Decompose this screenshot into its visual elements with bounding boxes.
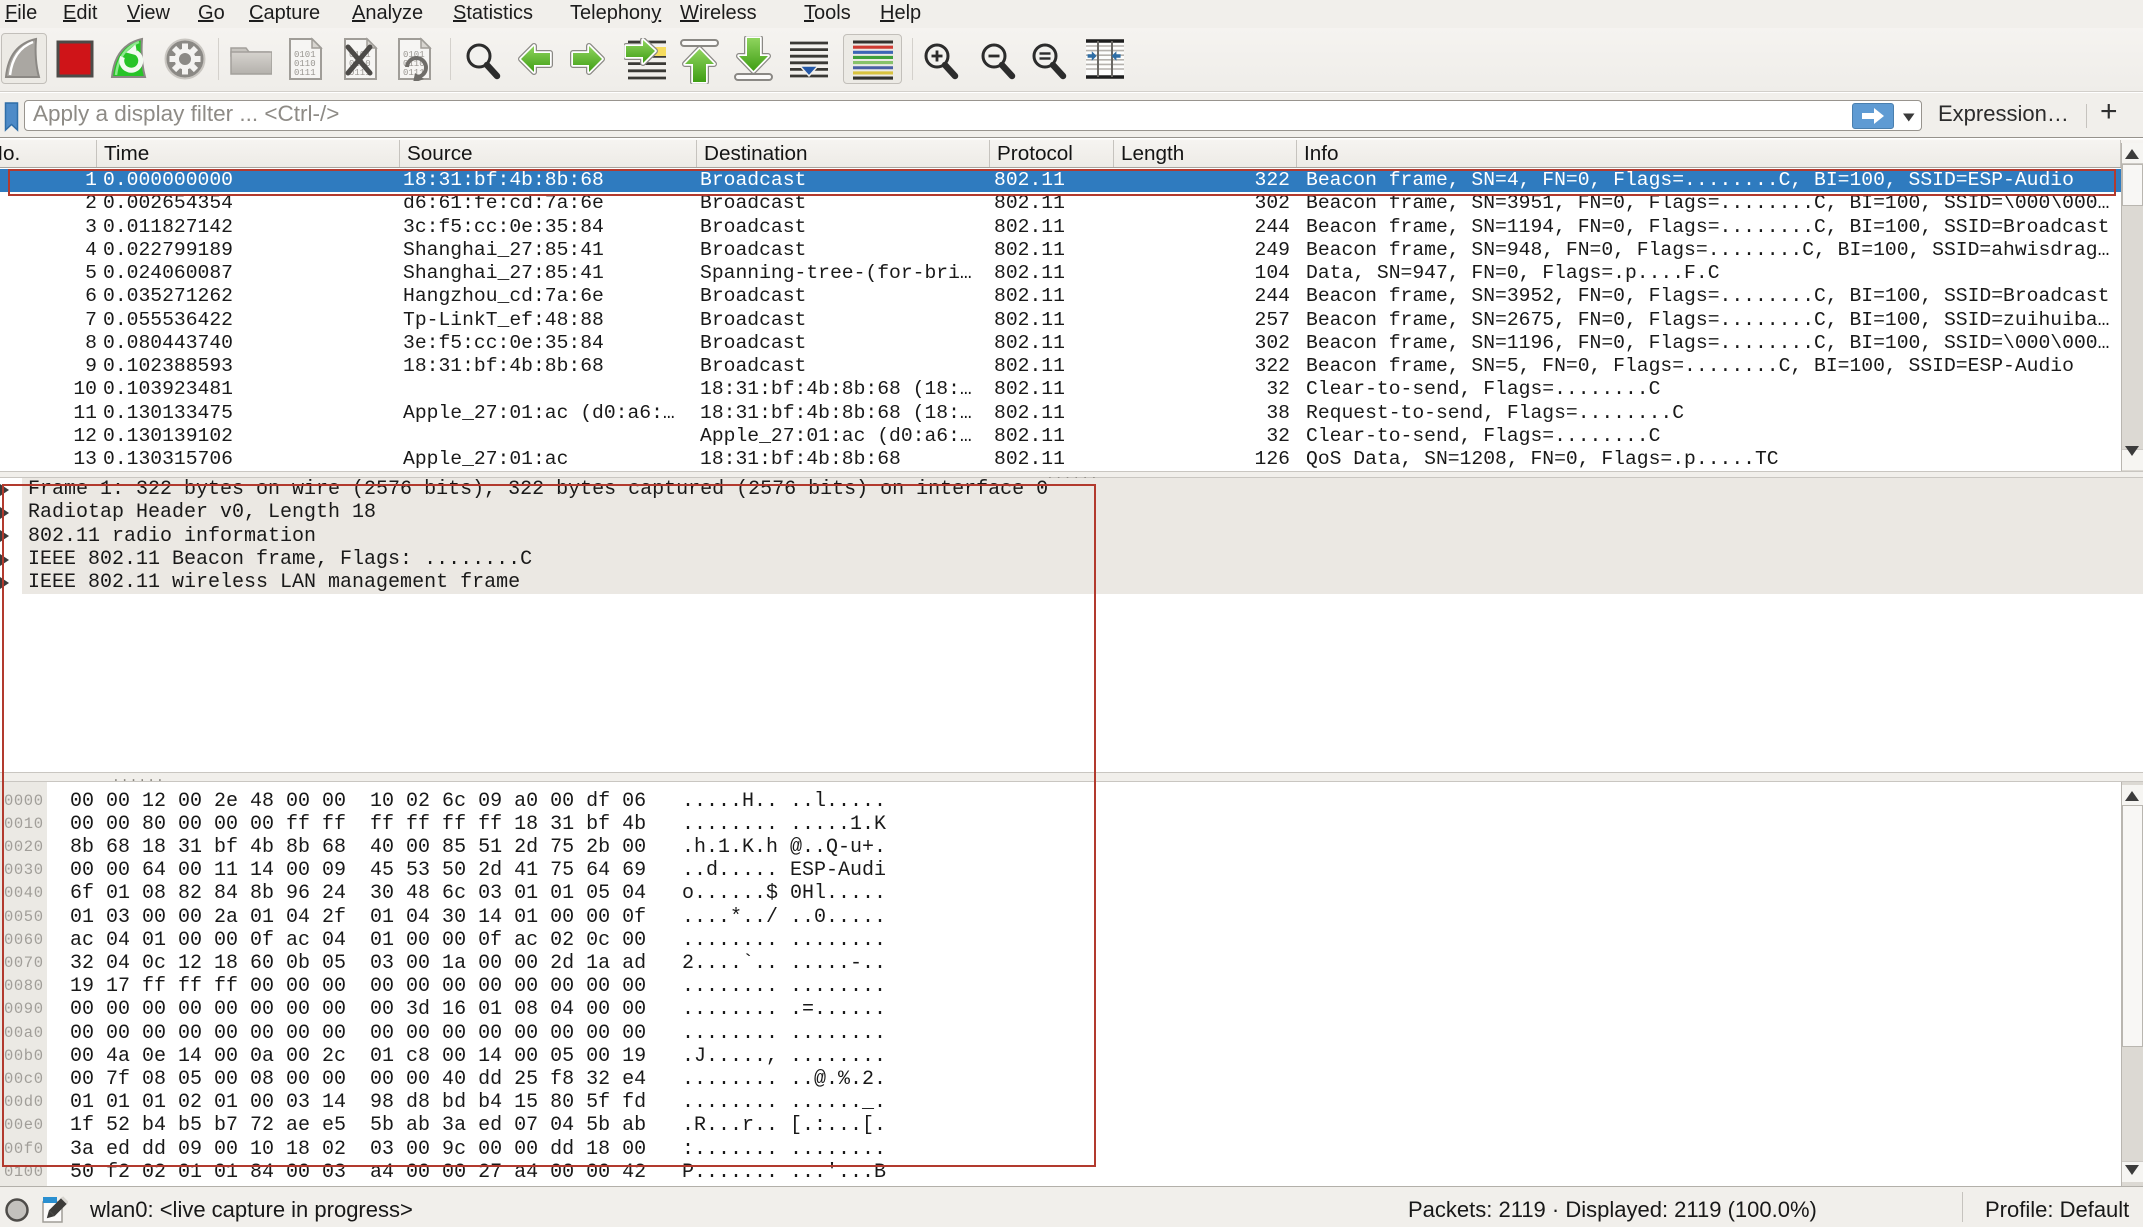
svg-text:0111: 0111: [294, 68, 316, 78]
